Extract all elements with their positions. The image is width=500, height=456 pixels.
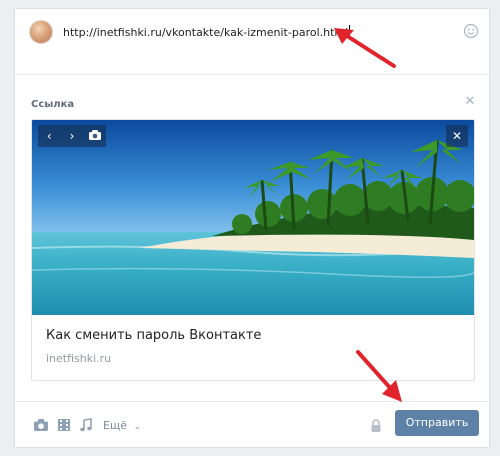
annotation-arrow-bottom (356, 350, 402, 402)
link-preview-card[interactable]: ‹ › ✕ Как сменить пароль Вконтакте inetf… (31, 119, 475, 381)
camera-icon[interactable] (85, 125, 105, 147)
composer-input[interactable]: http://inetfishki.ru/vkontakte/kak-izmen… (63, 25, 351, 39)
preview-image[interactable] (32, 120, 474, 315)
photo-navigation: ‹ › (38, 125, 106, 147)
more-label: Ещё (103, 419, 128, 432)
chevron-down-icon: ⌄ (133, 422, 142, 432)
link-section-label: Ссылка (31, 99, 75, 110)
lock-icon[interactable] (369, 418, 383, 434)
preview-title[interactable]: Как сменить пароль Вконтакте (46, 328, 261, 343)
chevron-left-icon[interactable]: ‹ (39, 125, 59, 147)
preview-domain: inetfishki.ru (46, 352, 112, 365)
composer-input-text: http://inetfishki.ru/vkontakte/kak-izmen… (63, 26, 349, 39)
composer-toolbar: Ещё ⌄ Отправить (15, 401, 489, 447)
camera-icon[interactable] (33, 418, 49, 434)
more-button[interactable]: Ещё ⌄ (103, 419, 141, 432)
avatar (29, 20, 53, 44)
photo-close-icon[interactable]: ✕ (446, 125, 468, 147)
smile-icon[interactable] (463, 23, 479, 39)
music-icon[interactable] (79, 418, 93, 434)
chevron-right-icon[interactable]: › (62, 125, 82, 147)
video-icon[interactable] (57, 418, 71, 434)
send-button[interactable]: Отправить (395, 410, 479, 436)
annotation-arrow-top (334, 28, 396, 68)
composer-area[interactable]: http://inetfishki.ru/vkontakte/kak-izmen… (15, 9, 489, 75)
post-composer-card: http://inetfishki.ru/vkontakte/kak-izmen… (14, 8, 490, 448)
close-icon[interactable]: ✕ (463, 95, 477, 109)
